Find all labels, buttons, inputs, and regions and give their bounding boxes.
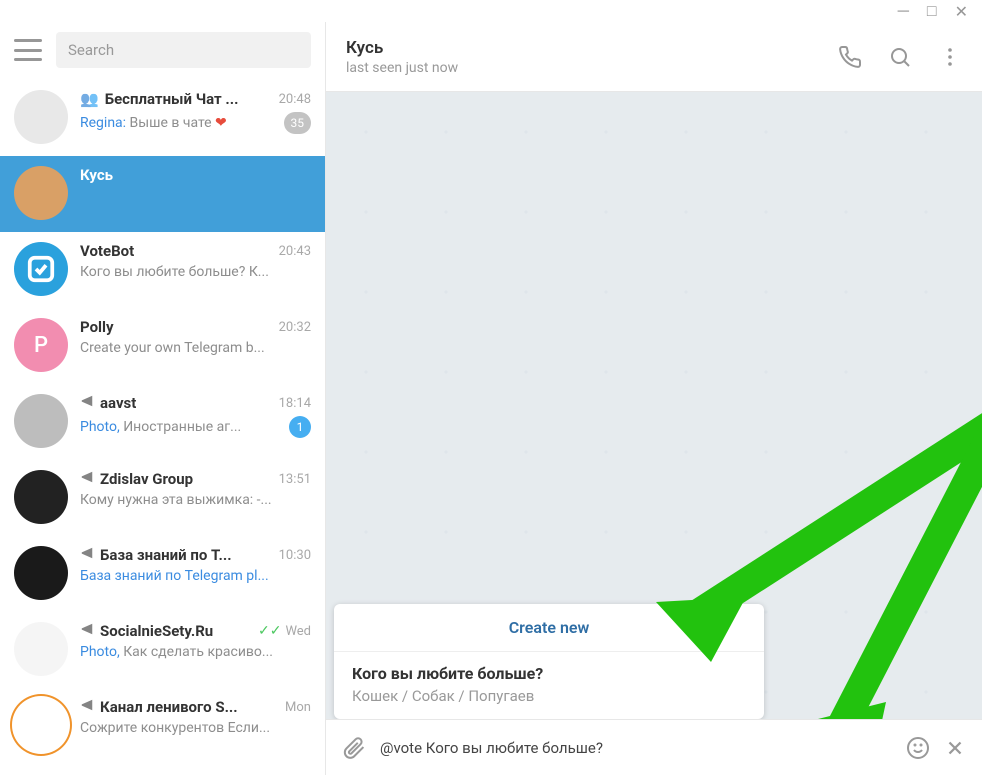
chat-name: 👥Бесплатный Чат ...: [80, 90, 238, 108]
window-minimize-icon[interactable]: ─: [898, 1, 909, 21]
channel-icon: [80, 394, 94, 412]
avatar: [14, 546, 68, 600]
chat-name: Polly: [80, 318, 114, 336]
chat-panel: Кусь last seen just now Create new Кого …: [326, 22, 982, 775]
chat-list-item[interactable]: База знаний по T... 10:30 База знаний по T…: [0, 536, 325, 612]
chat-time: 20:48: [279, 92, 311, 107]
chat-status: last seen just now: [346, 60, 812, 76]
read-checks-icon: ✓✓: [258, 623, 281, 639]
chat-list-item[interactable]: Канал ленивого S... Mon Сожрите конкуренто…: [0, 688, 325, 764]
chat-preview: База знаний по Telegram pl...: [80, 568, 269, 584]
chat-time: 20:32: [279, 320, 311, 335]
create-new-link[interactable]: Create new: [334, 604, 764, 652]
chat-preview: Кому нужна эта выжимка: -...: [80, 492, 272, 508]
window-maximize-icon[interactable]: □: [927, 1, 937, 21]
unread-badge: 35: [284, 112, 312, 134]
search-icon[interactable]: [888, 45, 912, 69]
chat-name: База знаний по T...: [80, 546, 232, 564]
more-icon[interactable]: [938, 45, 962, 69]
chat-preview: Photo, Как сделать красиво...: [80, 644, 273, 660]
chat-name: Кусь: [80, 166, 113, 184]
chat-time: 13:51: [279, 472, 311, 487]
chat-time: 10:30: [279, 548, 311, 563]
message-input[interactable]: @vote Кого вы любите больше?: [380, 739, 892, 757]
unread-badge: 1: [289, 416, 311, 438]
avatar: P: [14, 318, 68, 372]
chat-title: Кусь: [346, 38, 812, 58]
search-input[interactable]: Search: [56, 32, 311, 68]
avatar: [14, 242, 68, 296]
call-icon[interactable]: [838, 45, 862, 69]
avatar: [14, 90, 68, 144]
group-icon: 👥: [80, 90, 99, 108]
chat-list-item[interactable]: VoteBot 20:43 Кого вы любите больше? К...: [0, 232, 325, 308]
channel-icon: [80, 622, 94, 640]
close-icon[interactable]: [944, 737, 966, 759]
chat-name: aavst: [80, 394, 136, 412]
poll-question: Кого вы любите больше?: [352, 664, 746, 683]
window-close-icon[interactable]: ✕: [955, 2, 968, 21]
avatar: [14, 470, 68, 524]
chat-time: Mon: [285, 700, 311, 715]
channel-icon: [80, 470, 94, 488]
chat-time: 20:43: [279, 244, 311, 259]
chat-time: ✓✓Wed: [258, 623, 311, 639]
chat-preview: Сожрите конкурентов Если...: [80, 720, 270, 736]
chat-time: 18:14: [279, 396, 311, 411]
channel-icon: [80, 698, 94, 716]
chat-list-item[interactable]: P Polly 20:32 Create your own Telegram b...: [0, 308, 325, 384]
chat-list-item[interactable]: Кусь: [0, 156, 325, 232]
menu-icon[interactable]: [14, 39, 42, 61]
chat-list-item[interactable]: aavst 18:14 Photo, Иностранные аг... 1: [0, 384, 325, 460]
attach-icon[interactable]: [342, 736, 366, 760]
chat-list-item[interactable]: Zdislav Group 13:51 Кому нужна эта выжимка…: [0, 460, 325, 536]
chat-list-item[interactable]: 👥Бесплатный Чат ... 20:48 Regina: Выше в ч…: [0, 80, 325, 156]
chat-preview: Regina: Выше в чате ❤: [80, 115, 227, 131]
chat-name: SocialnieSety.Ru: [80, 622, 213, 640]
chat-preview: Photo, Иностранные аг...: [80, 419, 241, 435]
messages-area: Create new Кого вы любите больше? Кошек …: [326, 92, 982, 719]
channel-icon: [80, 546, 94, 564]
message-input-bar: @vote Кого вы любите больше?: [326, 719, 982, 775]
avatar: [14, 394, 68, 448]
window-titlebar: ─ □ ✕: [0, 0, 982, 22]
poll-answers: Кошек / Собак / Попугаев: [352, 687, 746, 705]
chat-name: VoteBot: [80, 242, 134, 260]
chat-name: Канал ленивого S...: [80, 698, 238, 716]
chat-preview: Create your own Telegram b...: [80, 340, 265, 356]
avatar: [14, 622, 68, 676]
chat-preview: Кого вы любите больше? К...: [80, 264, 269, 280]
sidebar: Search 👥Бесплатный Чат ... 20:48 Regina: В…: [0, 22, 326, 775]
inline-result-popup[interactable]: Create new Кого вы любите больше? Кошек …: [334, 604, 764, 719]
emoji-icon[interactable]: [906, 736, 930, 760]
avatar: [14, 698, 68, 752]
chat-name: Zdislav Group: [80, 470, 193, 488]
chat-list-item[interactable]: SocialnieSety.Ru ✓✓Wed Photo, Как сделать …: [0, 612, 325, 688]
chat-header: Кусь last seen just now: [326, 22, 982, 92]
chat-list: 👥Бесплатный Чат ... 20:48 Regina: Выше в ч…: [0, 80, 325, 775]
avatar: [14, 166, 68, 220]
